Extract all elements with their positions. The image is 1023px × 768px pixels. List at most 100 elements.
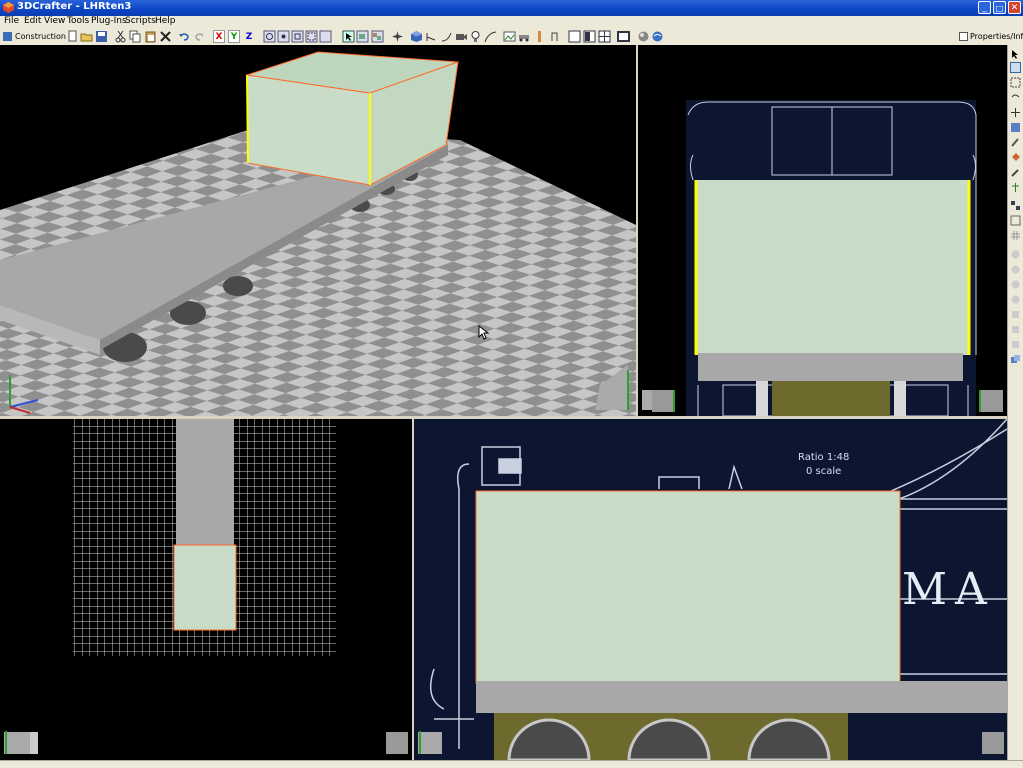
- frame-select-icon[interactable]: [1010, 62, 1021, 73]
- fill-icon[interactable]: [1010, 152, 1021, 163]
- paste-icon[interactable]: [144, 30, 157, 43]
- close-button[interactable]: ✕: [1008, 1, 1021, 14]
- vehicle-icon[interactable]: [518, 30, 531, 43]
- blueprint-lettering: MA: [902, 564, 995, 615]
- perspective-viewport[interactable]: [0, 45, 636, 416]
- x-axis-button[interactable]: X: [213, 30, 225, 43]
- side-viewport[interactable]: Ratio 1:48 0 scale MA: [414, 419, 1007, 760]
- menu-view[interactable]: View: [44, 16, 65, 26]
- light-star-icon[interactable]: [391, 30, 404, 43]
- light-bulb-icon[interactable]: [469, 30, 482, 43]
- single-view-icon[interactable]: [568, 30, 581, 43]
- construction-icon: [3, 32, 12, 41]
- select-icon[interactable]: [342, 30, 355, 43]
- right-toolbar: [1007, 45, 1023, 767]
- two-view-icon[interactable]: [583, 30, 596, 43]
- zoom-extents-icon[interactable]: [263, 30, 276, 43]
- menu-help[interactable]: Help: [155, 16, 176, 26]
- disabled-tool-icon-4: [1011, 295, 1020, 304]
- top-scene: [4, 419, 408, 754]
- texture-icon[interactable]: [548, 30, 561, 43]
- front-scene: [642, 100, 1003, 416]
- align-icon[interactable]: [1010, 200, 1021, 211]
- cut-icon[interactable]: [114, 30, 127, 43]
- selected-edge-left: [246, 74, 249, 164]
- delete-icon[interactable]: [159, 30, 172, 43]
- app-icon: [3, 2, 14, 13]
- cube-icon[interactable]: [410, 30, 423, 43]
- help-globe-icon[interactable]: [651, 30, 664, 43]
- ratio-label-line2: 0 scale: [806, 466, 841, 477]
- group-icon[interactable]: [1010, 354, 1021, 365]
- properties-info-button[interactable]: Properties/Info: [958, 30, 1023, 43]
- four-view-icon[interactable]: [598, 30, 611, 43]
- tender-front-face: [696, 180, 969, 355]
- save-icon[interactable]: [95, 30, 108, 43]
- path-icon[interactable]: [484, 30, 497, 43]
- minimize-button[interactable]: _: [978, 1, 991, 14]
- perspective-scene: [0, 51, 636, 416]
- render-icon[interactable]: [637, 30, 650, 43]
- disabled-tool-icon-7: [1012, 341, 1019, 348]
- grid-icon[interactable]: [1010, 230, 1021, 241]
- redo-icon[interactable]: [193, 30, 206, 43]
- disabled-tool-icon-5: [1012, 311, 1019, 318]
- menu-tools[interactable]: Tools: [67, 16, 89, 26]
- snap-icon[interactable]: [1010, 215, 1021, 226]
- properties-icon: [959, 32, 968, 41]
- mouse-cursor-icon: [478, 325, 490, 340]
- vertical-splitter-top[interactable]: [636, 45, 638, 416]
- properties-label: Properties/Info: [970, 32, 1023, 41]
- select-group-icon[interactable]: [371, 30, 384, 43]
- move-icon[interactable]: [1010, 107, 1021, 118]
- dropper-icon[interactable]: [1010, 167, 1021, 178]
- window-title: 3DCrafter - LHRten3: [17, 1, 132, 12]
- open-icon[interactable]: [80, 30, 93, 43]
- top-viewport[interactable]: [0, 419, 412, 760]
- construction-label: Construction: [15, 32, 66, 41]
- construction-button[interactable]: Construction: [2, 30, 66, 43]
- zoom-selected-icon[interactable]: [277, 30, 290, 43]
- undo-icon[interactable]: [178, 30, 191, 43]
- new-icon[interactable]: [66, 30, 79, 43]
- zoom-all-icon[interactable]: [291, 30, 304, 43]
- zoom-fit-icon[interactable]: [319, 30, 332, 43]
- scale-icon[interactable]: [1010, 122, 1021, 133]
- camera-icon[interactable]: [455, 30, 468, 43]
- landscape-icon[interactable]: [503, 30, 516, 43]
- disabled-tool-icon-1: [1011, 250, 1020, 259]
- z-axis-button[interactable]: Z: [243, 30, 255, 43]
- tender-side-face: [475, 490, 901, 684]
- menu-plugins[interactable]: Plug-Ins: [91, 16, 127, 26]
- lasso-select-icon[interactable]: [1010, 77, 1021, 88]
- platform: [698, 353, 963, 381]
- ratio-label-line1: Ratio 1:48: [798, 452, 849, 463]
- platform: [176, 419, 234, 547]
- menu-edit[interactable]: Edit: [24, 16, 41, 26]
- maximize-button[interactable]: □: [993, 1, 1006, 14]
- arrow-select-icon[interactable]: [1010, 49, 1021, 60]
- paint-brush-icon[interactable]: [1010, 137, 1021, 148]
- disabled-tool-icon-6: [1012, 326, 1019, 333]
- disabled-tool-icon-2: [1011, 265, 1020, 274]
- axis-gizmo: [4, 731, 408, 754]
- select-object-icon[interactable]: [356, 30, 369, 43]
- copy-icon[interactable]: [129, 30, 142, 43]
- menu-scripts[interactable]: Scripts: [125, 16, 156, 26]
- zoom-window-icon[interactable]: [305, 30, 318, 43]
- front-viewport[interactable]: [638, 45, 1007, 416]
- disabled-tool-icon-3: [1011, 280, 1020, 289]
- y-axis-button[interactable]: Y: [228, 30, 240, 43]
- tender-top-face: [173, 544, 237, 631]
- rotate-icon[interactable]: [1010, 92, 1021, 103]
- side-scene: Ratio 1:48 0 scale MA: [414, 419, 1007, 760]
- full-screen-icon[interactable]: [617, 30, 630, 43]
- bogie: [772, 381, 890, 416]
- paint-icon[interactable]: [533, 30, 546, 43]
- sweep-icon[interactable]: [440, 30, 453, 43]
- main-toolbar: Construction X Y Z Properties/Info: [0, 29, 1023, 46]
- pin-icon[interactable]: [1010, 182, 1021, 193]
- menu-bar: File Edit View Tools Plug-Ins Scripts He…: [0, 16, 1023, 29]
- menu-file[interactable]: File: [4, 16, 19, 26]
- lathe-icon[interactable]: [425, 30, 438, 43]
